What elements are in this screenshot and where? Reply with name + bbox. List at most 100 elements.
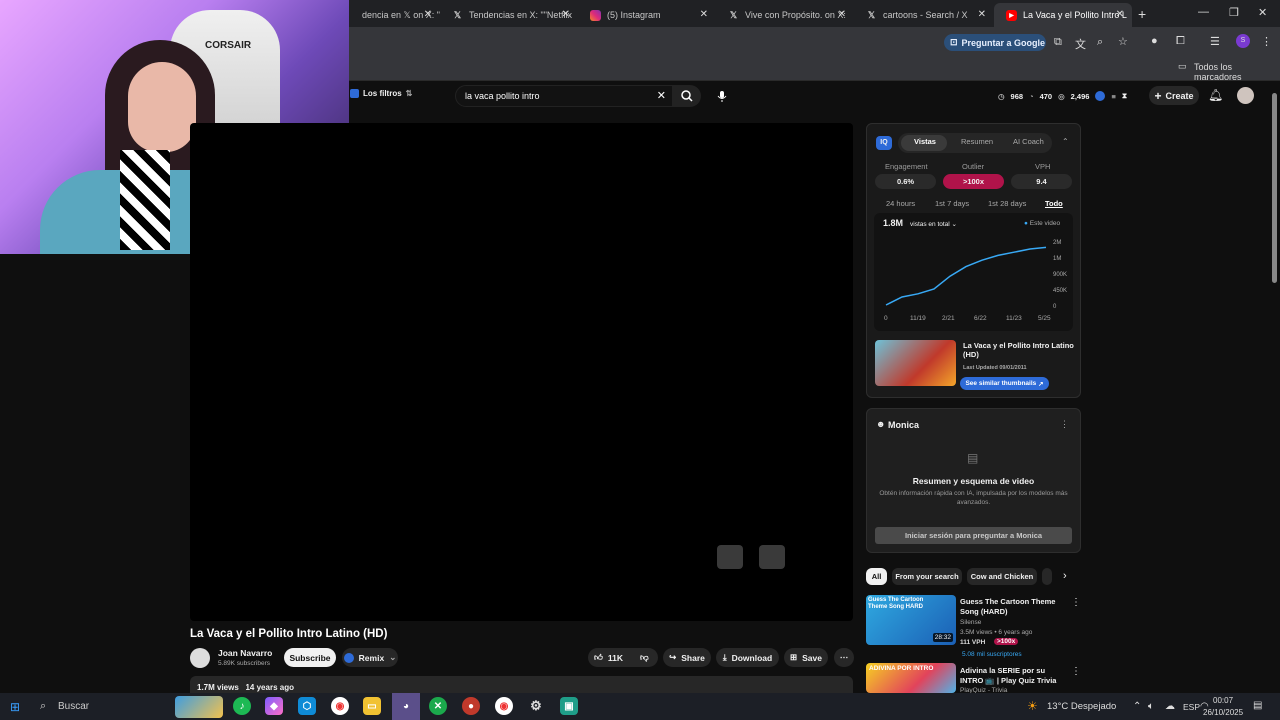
language[interactable]: ESP: [1183, 702, 1200, 712]
chevron-right-icon[interactable]: ›: [1063, 570, 1067, 582]
clear-search-icon[interactable]: ✕: [657, 89, 666, 102]
x-logo-icon: 𝕏: [867, 9, 876, 20]
chrome-icon[interactable]: ◉: [331, 697, 349, 715]
chip-from-search[interactable]: From your search: [892, 568, 962, 585]
download-button[interactable]: ⤓ Download: [716, 648, 779, 667]
tab-vistas[interactable]: Vistas: [914, 137, 936, 146]
rec-title[interactable]: Guess The Cartoon Theme Song (HARD): [960, 597, 1065, 617]
rec-thumbnail[interactable]: ADIVINA POR INTRO: [866, 663, 956, 693]
create-button[interactable]: + Create: [1149, 86, 1199, 105]
tab-resumen[interactable]: Resumen: [961, 137, 993, 146]
collapse-icon[interactable]: ⌃: [1062, 137, 1069, 146]
extensions-icon[interactable]: ⧠: [1176, 35, 1185, 48]
vidiq-logo-icon[interactable]: [1095, 91, 1106, 101]
rec-thumbnail[interactable]: Guess The Cartoon Theme Song HARD 28:32: [866, 595, 956, 645]
list-icon[interactable]: ≡: [1111, 92, 1115, 101]
menu-dots-icon[interactable]: ⋮: [1261, 35, 1272, 48]
discord-icon[interactable]: ◕: [392, 693, 420, 720]
chip-all[interactable]: All: [866, 568, 887, 585]
notifications-bell-icon[interactable]: 🔔︎: [1208, 88, 1223, 102]
voice-search-button[interactable]: [710, 85, 734, 107]
xbox-icon[interactable]: ✕: [429, 697, 447, 715]
browser-tab[interactable]: 𝕏 Tendencias en X: ""Netflix ✕: [440, 3, 578, 27]
monica-description: Obtén información rápida con IA, impulsa…: [879, 490, 1068, 506]
page-scrollbar[interactable]: [1272, 93, 1277, 283]
rec-menu-icon[interactable]: ⋮: [1071, 666, 1081, 677]
range-all[interactable]: Todo: [1045, 199, 1063, 208]
monica-menu-icon[interactable]: ⋮: [1060, 419, 1069, 430]
close-window-icon[interactable]: ✕: [1258, 6, 1267, 19]
browser-tab[interactable]: (5) Instagram ✕: [578, 3, 716, 27]
network-icon[interactable]: ☁: [1165, 701, 1175, 712]
clock-time[interactable]: 00:07: [1213, 696, 1233, 705]
install-icon[interactable]: ⧉: [1054, 36, 1062, 49]
spotify-icon[interactable]: ♪: [233, 697, 251, 715]
chip-cow-and-chicken[interactable]: Cow and Chicken: [967, 568, 1037, 585]
sliders-icon: ⇅: [405, 89, 413, 98]
rec-title[interactable]: Adivina la SERIE por su INTRO 📺 | Play Q…: [960, 666, 1065, 686]
close-icon[interactable]: ✕: [562, 9, 570, 20]
rec-menu-icon[interactable]: ⋮: [1071, 597, 1081, 608]
channel-avatar[interactable]: [190, 648, 210, 668]
close-icon[interactable]: ✕: [424, 9, 432, 20]
close-icon[interactable]: ✕: [838, 9, 846, 20]
chair-logo: CORSAIR: [205, 40, 252, 51]
video-player[interactable]: [190, 123, 853, 621]
tab-ai-coach[interactable]: AI Coach: [1013, 137, 1044, 146]
range-7d[interactable]: 1st 7 days: [935, 199, 969, 208]
all-bookmarks-label[interactable]: Todos los marcadores: [1194, 62, 1280, 82]
save-button[interactable]: ⊞ Save: [784, 648, 828, 667]
more-actions-button[interactable]: ⋯: [834, 648, 854, 667]
channel-name[interactable]: Joan Navarro: [218, 648, 272, 658]
extension-color-icon[interactable]: ●: [1151, 35, 1158, 47]
browser-tab[interactable]: 𝕏 Vive con Propósito. on X: ✕: [716, 3, 854, 27]
bookmark-star-icon[interactable]: ☆: [1118, 35, 1128, 48]
new-tab-icon[interactable]: +: [1138, 6, 1146, 22]
settings-gear-icon[interactable]: ⚙: [527, 697, 545, 715]
browser-tab[interactable]: dencia en 𝕏 on X: " ✕: [336, 3, 440, 27]
monica-login-button[interactable]: Iniciar sesión para preguntar a Monica: [875, 527, 1072, 544]
taskbar-search[interactable]: Buscar: [58, 701, 89, 712]
share-button[interactable]: ↪ Share: [663, 648, 711, 667]
windows-start-icon[interactable]: ⊞: [10, 700, 20, 714]
terminal-icon[interactable]: ▣: [560, 697, 578, 715]
subscribe-button[interactable]: Subscribe: [284, 648, 336, 667]
profile-avatar[interactable]: S: [1236, 34, 1250, 48]
browser-tab-active[interactable]: ▶ La Vaca y el Pollito Intro L ✕: [994, 3, 1132, 27]
store-icon[interactable]: ⬡: [298, 697, 316, 715]
minimize-icon[interactable]: —: [1198, 6, 1209, 18]
notification-center-icon[interactable]: ▤: [1253, 700, 1262, 711]
media-icon[interactable]: ☰: [1210, 35, 1220, 48]
thumbs-down-icon[interactable]: 👎︎: [640, 652, 649, 663]
ask-google-button[interactable]: ⊡ Preguntar a Google: [944, 34, 1046, 51]
rec-channel[interactable]: Silense: [960, 619, 981, 626]
translate-icon[interactable]: 文: [1075, 36, 1086, 52]
volume-icon[interactable]: 🔈︎: [1148, 701, 1154, 712]
clock-date[interactable]: 26/10/2025: [1203, 708, 1243, 717]
search-input[interactable]: la vaca pollito intro ✕: [455, 85, 673, 107]
filters-button[interactable]: Los filtros ⇅: [350, 89, 412, 98]
thumbs-up-icon[interactable]: 👍︎: [594, 652, 603, 663]
weather-text[interactable]: 13°C Despejado: [1047, 701, 1116, 712]
copilot-icon[interactable]: ◆: [265, 697, 283, 715]
close-icon[interactable]: ✕: [700, 9, 708, 20]
obs-icon[interactable]: ●: [462, 697, 480, 715]
browser-tab[interactable]: 𝕏 cartoons - Search / X ✕: [854, 3, 994, 27]
like-count[interactable]: 11K: [608, 653, 623, 663]
close-icon[interactable]: ✕: [978, 9, 986, 20]
account-avatar[interactable]: [1237, 87, 1254, 104]
chrome-active-icon[interactable]: ◉: [495, 697, 513, 715]
tray-chevron-icon[interactable]: ⌃: [1133, 701, 1141, 712]
range-28d[interactable]: 1st 28 days: [988, 199, 1026, 208]
close-icon[interactable]: ✕: [1116, 9, 1124, 20]
search-button[interactable]: [673, 85, 701, 107]
zoom-icon[interactable]: ⌕: [1097, 36, 1103, 49]
maximize-icon[interactable]: ❐: [1229, 6, 1239, 19]
remix-button[interactable]: Remix ⌄: [342, 648, 398, 667]
similar-thumbnails-button[interactable]: See similar thumbnails ↗: [960, 377, 1049, 390]
file-explorer-icon[interactable]: ▭: [363, 697, 381, 715]
range-24h[interactable]: 24 hours: [886, 199, 915, 208]
hourglass-icon[interactable]: ⧗: [1122, 91, 1127, 101]
chip-partial[interactable]: [1042, 568, 1052, 585]
taskbar-widget-image[interactable]: [175, 696, 223, 718]
